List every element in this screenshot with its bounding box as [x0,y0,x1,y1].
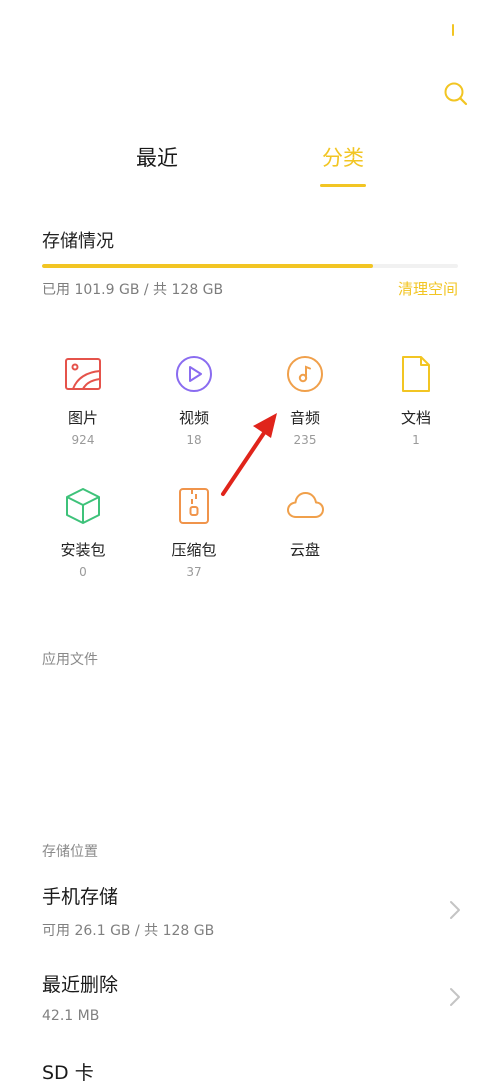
recently-deleted-size: 42.1 MB [42,1008,100,1024]
tab-category[interactable]: 分类 [288,142,398,172]
video-play-icon [176,356,212,392]
active-tab-indicator [320,184,366,187]
storage-used-text: 已用 101.9 GB / 共 128 GB [42,282,224,298]
search-button[interactable] [440,78,472,110]
category-count: 235 [293,433,317,447]
cloud-icon [287,492,324,518]
category-label: 安装包 [60,541,106,559]
more-menu-icon[interactable] [452,24,454,36]
zip-archive-icon [179,488,209,524]
storage-status-title: 存储情况 [42,231,114,252]
chevron-right-icon [450,988,460,1006]
category-videos[interactable]: 视频 18 [139,354,249,448]
category-images[interactable]: 图片 924 [28,354,138,448]
category-label: 文档 [400,409,431,427]
phone-storage-subtitle: 可用 26.1 GB / 共 128 GB [42,923,215,939]
category-count: 0 [79,565,87,579]
search-icon [444,82,468,106]
music-note-icon [287,356,323,392]
category-label: 压缩包 [171,541,217,559]
storage-location-section-label: 存储位置 [42,844,98,860]
category-label: 视频 [178,409,209,427]
category-count: 1 [412,433,420,447]
category-label: 云盘 [289,541,320,559]
clean-space-button[interactable]: 清理空间 [360,278,458,299]
sd-card-title: SD 卡 [42,1062,94,1084]
category-label: 音频 [289,409,320,427]
category-packages[interactable]: 安装包 0 [28,486,138,580]
image-icon [65,358,101,390]
recently-deleted-title: 最近删除 [42,974,119,996]
category-count: 37 [186,565,202,579]
category-count: 924 [71,433,95,447]
category-cloud[interactable]: 云盘 [250,486,360,560]
storage-progress-bar [42,264,458,268]
storage-progress-fill [42,264,374,268]
document-icon [402,356,430,392]
package-cube-icon [66,488,100,524]
category-count: 18 [186,433,202,447]
phone-storage-title: 手机存储 [42,886,119,908]
tab-recent[interactable]: 最近 [102,142,212,172]
category-documents[interactable]: 文档 1 [361,354,471,448]
category-archives[interactable]: 压缩包 37 [139,486,249,580]
category-label: 图片 [67,409,98,427]
chevron-right-icon [450,901,460,919]
app-files-section-label: 应用文件 [42,652,98,668]
category-audio[interactable]: 音频 235 [250,354,360,448]
